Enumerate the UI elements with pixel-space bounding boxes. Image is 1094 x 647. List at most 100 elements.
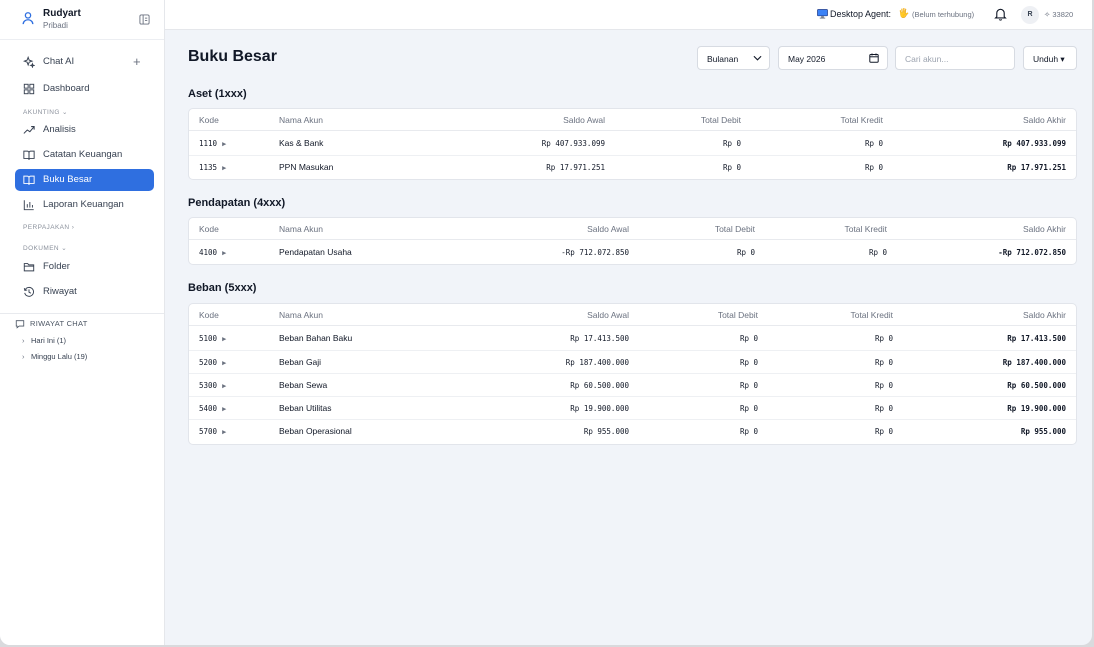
trend-up-icon (23, 126, 35, 134)
total-kredit: Rp 0 (874, 427, 893, 436)
new-chat-plus-icon[interactable]: + (133, 54, 141, 69)
nav-dashboard[interactable]: Dashboard (15, 78, 154, 100)
table-row[interactable]: 5400 ▶ Beban Utilitas Rp 19.900.000 Rp 0 … (189, 396, 1076, 419)
book-open-icon (23, 150, 35, 160)
account-code: 5200 ▶ (199, 358, 227, 367)
nav-riwayat[interactable]: Riwayat (15, 281, 154, 303)
total-debit: Rp 0 (739, 381, 758, 390)
period-select[interactable]: Bulanan (697, 46, 770, 70)
table-row[interactable]: 1110 ▶ Kas & Bank Rp 407.933.099 Rp 0 Rp … (189, 132, 1076, 155)
col-kode: Kode (199, 310, 219, 320)
expand-triangle-icon[interactable]: ▶ (222, 382, 226, 390)
col-total-kredit: Total Kredit (850, 310, 893, 320)
total-kredit: Rp 0 (874, 404, 893, 413)
avatar[interactable]: R (1021, 6, 1039, 24)
saldo-awal: Rp 187.400.000 (565, 358, 629, 367)
col-total-debit: Total Debit (714, 224, 755, 234)
nav-analisis-label: Analisis (43, 124, 76, 135)
expand-triangle-icon[interactable]: ▶ (222, 335, 226, 343)
account-code: 1110 ▶ (199, 139, 227, 148)
nav-riwayat-label: Riwayat (43, 286, 77, 297)
nav-folder-label: Folder (43, 261, 70, 272)
table-row[interactable]: 1135 ▶ PPN Masukan Rp 17.971.251 Rp 0 Rp … (189, 155, 1076, 178)
total-debit: Rp 0 (739, 358, 758, 367)
nav-catatan-keuangan[interactable]: Catatan Keuangan (15, 144, 154, 166)
saldo-awal: Rp 955.000 (583, 427, 629, 436)
saldo-akhir: Rp 60.500.000 (1007, 381, 1066, 390)
total-kredit: Rp 0 (874, 334, 893, 343)
nav-folder[interactable]: Folder (15, 256, 154, 278)
chat-bubble-icon (15, 320, 25, 329)
credits-counter: ✧ 33820 (1044, 10, 1074, 19)
expand-triangle-icon[interactable]: ▶ (222, 140, 226, 148)
nav-buku-besar[interactable]: Buku Besar (15, 169, 154, 191)
table-row[interactable]: 5700 ▶ Beban Operasional Rp 955.000 Rp 0 … (189, 419, 1076, 442)
col-saldo-akhir: Saldo Akhir (1023, 115, 1066, 125)
expand-triangle-icon[interactable]: ▶ (222, 164, 226, 172)
sidebar: Rudyart Pribadi Chat AI + Dashboard AKUN… (0, 0, 165, 645)
nav-laporan-keuangan[interactable]: Laporan Keuangan (15, 194, 154, 216)
section-dokumen[interactable]: DOKUMEN ⌄ (23, 244, 67, 252)
desktop-agent-status-text: (Belum terhubung) (912, 10, 975, 19)
user-profile[interactable]: Rudyart Pribadi (0, 0, 164, 40)
nav-laporan-label: Laporan Keuangan (43, 199, 124, 210)
riwayat-chat-title: RIWAYAT CHAT (30, 319, 88, 328)
saldo-akhir: Rp 19.900.000 (1007, 404, 1066, 413)
table-header: Kode Nama Akun Saldo Awal Total Debit To… (189, 109, 1076, 131)
expand-triangle-icon[interactable]: ▶ (222, 249, 226, 257)
account-code: 5100 ▶ (199, 334, 227, 343)
search-account-input[interactable]: Cari akun... (895, 46, 1015, 70)
saldo-awal: Rp 60.500.000 (570, 381, 629, 390)
month-picker[interactable]: May 2026 (778, 46, 888, 70)
col-saldo-awal: Saldo Awal (587, 310, 629, 320)
riwayat-item-hari-ini[interactable]: › Hari Ini (1) (22, 336, 66, 345)
saldo-akhir: Rp 407.933.099 (1002, 139, 1066, 148)
total-debit: Rp 0 (736, 248, 755, 257)
col-saldo-akhir: Saldo Akhir (1023, 310, 1066, 320)
total-kredit: Rp 0 (864, 163, 883, 172)
account-code: 5700 ▶ (199, 427, 227, 436)
riwayat-item-minggu-lalu[interactable]: › Minggu Lalu (19) (22, 352, 87, 361)
nav-analisis[interactable]: Analisis (15, 119, 154, 141)
app-window: Rudyart Pribadi Chat AI + Dashboard AKUN… (0, 0, 1092, 645)
expand-triangle-icon[interactable]: ▶ (222, 428, 226, 436)
account-name: Kas & Bank (279, 138, 324, 148)
section-akunting[interactable]: AKUNTING ⌄ (23, 108, 68, 116)
download-button[interactable]: Unduh ▾ (1023, 46, 1077, 70)
nav-catatan-label: Catatan Keuangan (43, 149, 123, 160)
account-name: Pendapatan Usaha (279, 247, 352, 257)
col-kode: Kode (199, 224, 219, 234)
group-title-aset: Aset (1xxx) (188, 88, 247, 100)
sidebar-collapse-icon[interactable] (139, 14, 150, 25)
page-title: Buku Besar (188, 48, 277, 65)
group-title-beban: Beban (5xxx) (188, 282, 257, 294)
col-saldo-awal: Saldo Awal (563, 115, 605, 125)
section-perpajakan[interactable]: PERPAJAKAN › (23, 224, 74, 231)
total-kredit: Rp 0 (874, 358, 893, 367)
total-kredit: Rp 0 (864, 139, 883, 148)
saldo-awal: Rp 17.413.500 (570, 334, 629, 343)
total-debit: Rp 0 (722, 163, 741, 172)
desktop-agent-label: Desktop Agent: (830, 9, 892, 19)
col-nama-akun: Nama Akun (279, 115, 323, 125)
expand-triangle-icon[interactable]: ▶ (222, 405, 226, 413)
search-placeholder: Cari akun... (905, 54, 949, 64)
account-code: 5400 ▶ (199, 404, 227, 413)
col-nama-akun: Nama Akun (279, 224, 323, 234)
group-title-pendapatan: Pendapatan (4xxx) (188, 197, 286, 209)
nav-chat-ai[interactable]: Chat AI + (15, 51, 154, 73)
total-debit: Rp 0 (722, 139, 741, 148)
expand-triangle-icon[interactable]: ▶ (222, 359, 226, 367)
top-bar: Desktop Agent: 🖐 (Belum terhubung) R ✧ 3… (165, 0, 1092, 30)
table-row[interactable]: 5300 ▶ Beban Sewa Rp 60.500.000 Rp 0 Rp 0… (189, 373, 1076, 396)
table-row[interactable]: 5100 ▶ Beban Bahan Baku Rp 17.413.500 Rp … (189, 327, 1076, 350)
total-debit: Rp 0 (739, 404, 758, 413)
bell-icon[interactable] (994, 7, 1007, 21)
table-row[interactable]: 4100 ▶ Pendapatan Usaha -Rp 712.072.850 R… (189, 241, 1076, 264)
ledger-table-aset: Kode Nama Akun Saldo Awal Total Debit To… (188, 108, 1077, 180)
calendar-icon[interactable] (869, 53, 879, 63)
account-name: Beban Bahan Baku (279, 333, 353, 343)
account-name: Beban Sewa (279, 380, 328, 390)
table-row[interactable]: 5200 ▶ Beban Gaji Rp 187.400.000 Rp 0 Rp … (189, 350, 1076, 373)
chevron-right-icon: › (22, 352, 25, 361)
